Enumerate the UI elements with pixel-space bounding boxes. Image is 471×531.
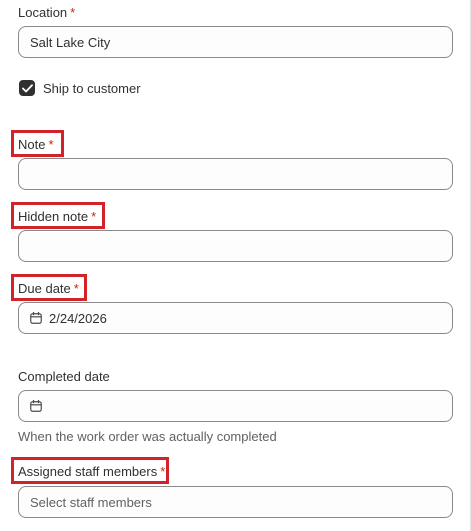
location-field[interactable]: Salt Lake City [18, 26, 453, 58]
assigned-staff-label-text: Assigned staff members [18, 464, 158, 479]
location-label: Location * [18, 5, 75, 21]
completed-date-label: Completed date [18, 369, 110, 385]
required-asterisk: * [91, 209, 97, 224]
required-asterisk: * [73, 281, 79, 296]
ship-to-customer-label[interactable]: Ship to customer [43, 81, 141, 97]
assigned-staff-placeholder: Select staff members [30, 494, 152, 510]
ship-to-customer-checkbox[interactable] [19, 80, 35, 96]
calendar-icon [30, 400, 42, 412]
completed-date-help-text: When the work order was actually complet… [18, 429, 277, 444]
required-asterisk: * [48, 137, 54, 152]
due-date-field[interactable]: 2/24/2026 [18, 302, 453, 334]
hidden-note-field[interactable] [18, 230, 453, 262]
hidden-note-label-text: Hidden note [18, 209, 89, 224]
required-asterisk: * [160, 464, 166, 479]
checkmark-icon [21, 83, 33, 92]
due-date-label: Due date * [18, 281, 79, 297]
required-asterisk: * [70, 5, 76, 20]
due-date-value: 2/24/2026 [49, 310, 107, 326]
calendar-icon [30, 312, 42, 324]
note-label-text: Note [18, 137, 46, 152]
assigned-staff-select[interactable]: Select staff members [18, 486, 453, 518]
completed-date-field[interactable] [18, 390, 453, 422]
location-value: Salt Lake City [30, 34, 111, 50]
due-date-label-text: Due date [18, 281, 71, 296]
hidden-note-label: Hidden note * [18, 209, 96, 225]
completed-date-label-text: Completed date [18, 369, 110, 384]
location-label-text: Location [18, 5, 68, 20]
assigned-staff-label: Assigned staff members * [18, 464, 165, 480]
note-field[interactable] [18, 158, 453, 190]
note-label: Note * [18, 137, 54, 153]
